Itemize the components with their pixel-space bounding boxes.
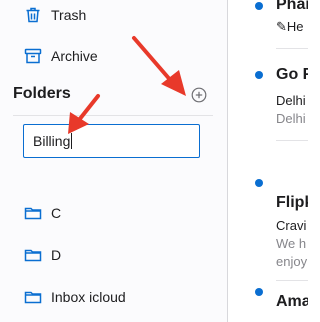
folder-icon	[24, 288, 42, 306]
message-divider	[276, 140, 308, 141]
sidebar-item-label: Archive	[51, 48, 98, 64]
sidebar-item-folder-inbox-icloud[interactable]: Inbox icloud	[24, 285, 126, 309]
sidebar-item-label: D	[51, 247, 62, 263]
folder-icon	[24, 246, 42, 264]
add-folder-icon[interactable]	[191, 87, 207, 103]
message-sender: Go F	[276, 66, 308, 83]
message-subject: Cravi	[276, 218, 307, 233]
message-divider	[276, 48, 308, 49]
sidebar-item-folder-d[interactable]: D	[24, 243, 61, 267]
message-preview: We h	[276, 236, 307, 251]
sidebar-item-trash[interactable]: Trash	[24, 3, 86, 27]
unread-dot	[255, 179, 263, 187]
unread-dot	[255, 288, 263, 296]
folders-section-title: Folders	[13, 85, 71, 102]
message-divider	[276, 280, 308, 281]
message-preview: Delhi	[276, 111, 306, 126]
new-folder-name-input[interactable]: Billing	[23, 124, 200, 158]
message-sender: Phar	[276, 0, 308, 13]
unread-dot	[255, 71, 263, 79]
sidebar-item-label: C	[51, 205, 62, 221]
message-preview: enjoy	[276, 254, 308, 269]
unread-dot	[255, 2, 263, 10]
message-sender: Flipk	[276, 194, 308, 211]
new-folder-name-value: Billing	[33, 133, 71, 149]
sidebar: Trash Archive Folders Billing C D Inbox …	[0, 0, 227, 322]
text-caret	[71, 133, 73, 149]
message-subject: ✎He	[276, 19, 304, 34]
trash-icon	[24, 6, 42, 24]
folder-icon	[24, 204, 42, 222]
sidebar-item-label: Trash	[51, 7, 87, 23]
annotation-arrow-add-folder	[132, 36, 186, 96]
sidebar-item-archive[interactable]: Archive	[24, 44, 98, 68]
folders-divider	[13, 115, 213, 116]
archive-icon	[24, 47, 42, 65]
message-list: Phar ✎He Go F Delhi Delhi Flipk Cravi We…	[228, 0, 308, 322]
message-sender: Ama	[276, 293, 308, 310]
sidebar-item-label: Inbox icloud	[51, 289, 126, 305]
sidebar-item-folder-c[interactable]: C	[24, 201, 61, 225]
message-subject: Delhi	[276, 93, 306, 108]
